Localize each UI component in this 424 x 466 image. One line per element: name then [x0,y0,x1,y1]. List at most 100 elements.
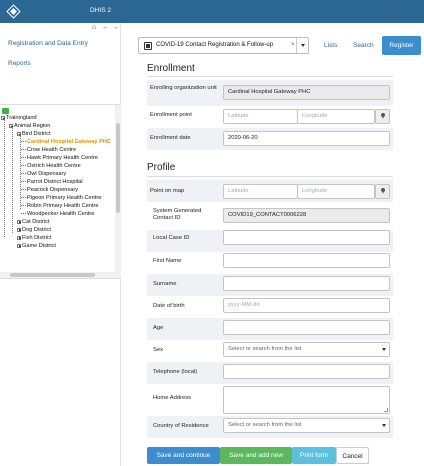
dropdown-toggle[interactable] [380,343,389,356]
back-arrow-icon[interactable]: ← [102,24,109,31]
date-of-birth-input[interactable]: yyyy-MM-dd [223,298,390,313]
dropdown-toggle[interactable] [380,419,389,432]
org-unit-tree: Trainingland Animal Region Bird District… [0,104,121,279]
country-select[interactable]: Select or search from the list [223,418,390,433]
sidebar-link-reports[interactable]: Reports [8,60,31,67]
first-name-row: First Name [147,252,393,274]
age-input[interactable] [223,320,390,335]
collapse-icon[interactable] [1,115,5,120]
telephone-label: Telephone (local) [153,369,198,375]
enrollment-map-button[interactable] [375,109,390,124]
enrollment-section-title: Enrollment [147,63,195,74]
register-button[interactable]: Register [382,36,421,55]
profile-longitude-input[interactable]: Longitude [297,184,375,199]
scroll-thumb[interactable] [10,273,95,277]
tree-node[interactable]: Hawk Primary Health Centre [21,155,98,161]
tree-vertical-scrollbar[interactable] [115,105,121,278]
first-name-input[interactable] [223,253,390,268]
enrollment-latitude-input[interactable]: Latitude [223,109,298,124]
sex-select-placeholder: Select or search from the list [228,346,302,352]
sidebar-link-registration[interactable]: Registration and Data Entry [8,40,88,47]
chevron-down-icon [382,424,386,427]
profile-latitude-input[interactable]: Latitude [223,184,298,199]
expand-icon[interactable] [17,235,21,240]
collapse-icon[interactable] [9,123,13,128]
tree-node[interactable]: Crow Health Centre [21,147,76,153]
home-address-textarea[interactable] [223,386,390,414]
expand-icon[interactable] [17,227,21,232]
save-and-continue-button[interactable]: Save and continue [147,447,220,464]
tree-horizontal-scrollbar[interactable] [0,272,115,278]
date-of-birth-row: Date of birth yyyy-MM-dd [147,296,393,318]
program-selected-label: COVID-19 Contact Registration & Follow-u… [156,42,274,48]
tree-node-trainingland[interactable]: Trainingland [1,115,37,121]
age-row: Age [147,318,393,340]
home-icon[interactable]: ⌂ [92,24,96,31]
save-and-add-new-button[interactable]: Save and add new [220,447,292,464]
local-case-id-input[interactable] [223,230,390,245]
dhis2-logo-icon[interactable] [6,4,21,19]
expand-icon[interactable] [17,243,21,248]
cancel-button[interactable]: Cancel [336,447,369,464]
clear-icon[interactable]: × [291,42,295,48]
sex-label: Sex [153,347,163,353]
enrollment-date-row: Enrollment date 2020-06-20 [147,128,393,150]
enrollment-date-label: Enrollment date [150,135,191,141]
tree-node-game-district[interactable]: Game District [17,243,56,249]
tree-node-selected[interactable]: Cardinal Hospital Gateway PHC [21,139,111,145]
sidebar: Registration and Data Entry Reports Trai… [0,23,121,466]
telephone-row: Telephone (local) [147,362,393,384]
sex-row: Sex Select or search from the list [147,340,393,362]
enrollment-date-input[interactable]: 2020-06-20 [223,131,390,146]
app-title: DHIS 2 [90,7,111,14]
profile-map-button[interactable] [375,184,390,199]
chevron-down-icon [300,44,305,47]
profile-section-title: Profile [147,162,176,173]
top-header-bar: DHIS 2 [0,0,424,23]
tree-node-cat-district[interactable]: Cat District [17,219,49,225]
age-label: Age [153,325,164,331]
scroll-thumb[interactable] [116,123,120,213]
point-on-map-row: Point on map Latitude Longitude [147,180,393,202]
print-form-button[interactable]: Print form [292,447,336,464]
expand-icon[interactable] [17,219,21,224]
sex-select[interactable]: Select or search from the list [223,342,390,357]
contact-id-field: COVID19_CONTACT0006228 [223,208,390,223]
enrollment-longitude-input[interactable]: Longitude [297,109,375,124]
tree-node[interactable]: Woodpecker Health Centre [21,211,94,217]
surname-input[interactable] [223,276,390,291]
map-pin-icon [381,113,385,119]
telephone-input[interactable] [223,364,390,379]
contact-id-label: System Generated Contact ID [153,208,202,221]
enrollment-point-label: Enrollment point [150,112,192,118]
point-on-map-label: Point on map [150,188,185,194]
resize-grip-icon[interactable] [384,408,388,412]
tree-node-bird-district[interactable]: Bird District [17,131,51,137]
lists-link[interactable]: Lists [324,42,337,49]
local-case-id-row: Local Case ID [147,230,393,252]
tree-node-animal-region[interactable]: Animal Region [9,123,50,129]
collapse-icon[interactable] [17,131,21,136]
tree-node[interactable]: Parrot District Hospital [21,179,83,185]
program-select[interactable]: COVID-19 Contact Registration & Follow-u… [138,37,309,54]
tree-node[interactable]: Pigeon Primary Health Centre [21,195,101,201]
surname-row: Surname [147,274,393,296]
map-pin-icon [381,188,385,194]
contact-id-row: System Generated Contact ID COVID19_CONT… [147,202,393,230]
tree-node-dog-district[interactable]: Dog District [17,227,51,233]
enrolling-org-unit-field: Cardinal Hospital Gateway PHC [223,85,390,100]
tree-node[interactable]: Robin Primary Health Centre [21,203,99,209]
home-address-row: Home Address [147,384,393,416]
home-address-label: Home Address [153,395,192,401]
tree-node[interactable]: Owl Dispensary [21,171,66,177]
surname-label: Surname [153,281,177,287]
org-unit-tree-icon[interactable] [2,108,9,114]
program-dropdown-toggle[interactable] [296,38,308,53]
tree-node-fish-district[interactable]: Fish District [17,235,51,241]
enrollment-point-row: Enrollment point Latitude Longitude [147,106,393,128]
tree-node[interactable]: Peacock Dispensary [21,187,78,193]
tree-node[interactable]: Ostrich Health Centre [21,163,81,169]
search-link[interactable]: Search [353,42,374,49]
forward-arrow-icon[interactable]: → [112,24,119,31]
chevron-down-icon [382,348,386,351]
